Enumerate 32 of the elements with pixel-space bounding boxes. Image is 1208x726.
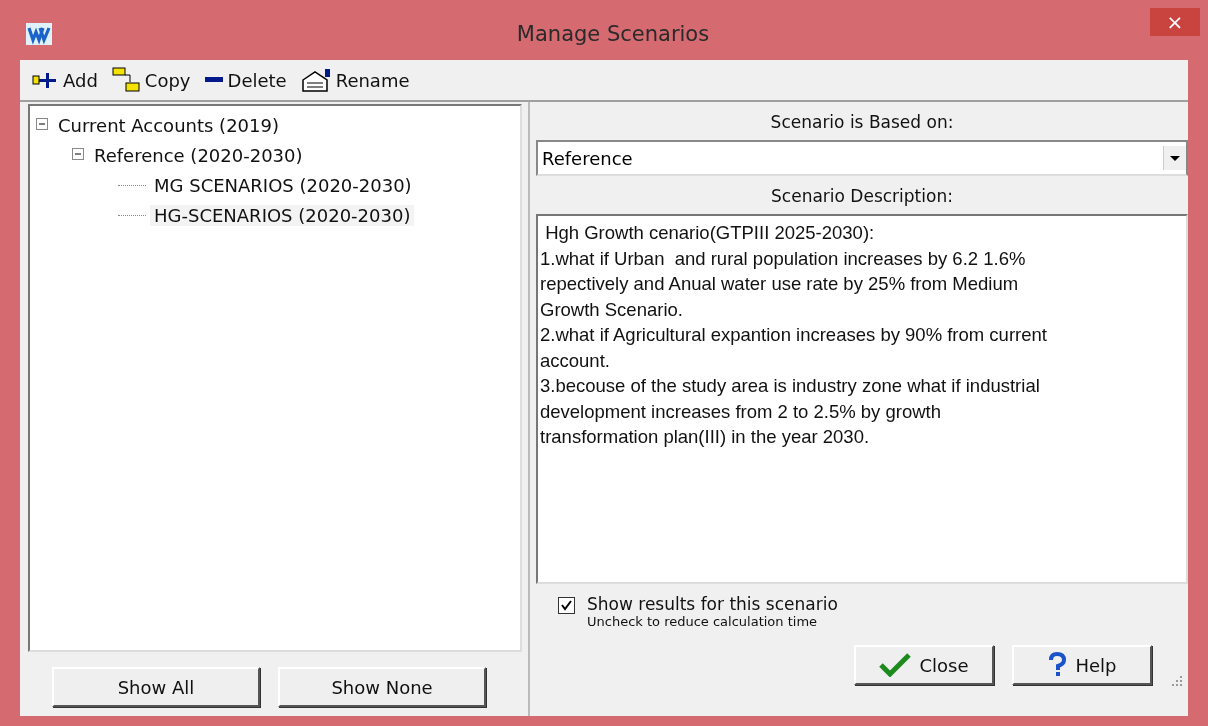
rename-icon — [300, 68, 331, 92]
toolbar-button[interactable]: Add — [30, 69, 100, 91]
show-button[interactable]: Show None — [278, 667, 486, 707]
checkbox[interactable] — [558, 597, 575, 614]
copy-icon — [111, 67, 140, 93]
question-mark-icon — [1047, 652, 1068, 678]
hint-text: Uncheck to reduce calculation time — [587, 614, 819, 629]
resize-grip-icon — [1170, 674, 1184, 688]
toolbar-button[interactable]: Rename — [298, 68, 412, 92]
tree-item[interactable]: Reference (2020-2030) — [90, 144, 307, 166]
tree-item[interactable]: Current Accounts (2019) — [54, 114, 283, 136]
dropdown-arrow-icon — [1163, 146, 1186, 170]
close-dialog-button[interactable]: Close — [854, 645, 994, 685]
toolbar-button[interactable]: Copy — [109, 67, 193, 93]
field-label: Scenario Description: — [770, 185, 954, 208]
collapse-icon[interactable] — [36, 118, 50, 132]
checkmark-icon — [879, 653, 912, 677]
minus-icon — [204, 77, 223, 83]
plus-icon — [32, 72, 58, 88]
tree-item[interactable]: HG-SCENARIOS (2020-2030) — [150, 204, 415, 226]
checkbox-label[interactable]: Show results for this scenario — [587, 594, 838, 614]
close-button[interactable]: × — [1150, 8, 1200, 36]
field-label: Scenario is Based on: — [769, 111, 955, 134]
based-on-dropdown[interactable]: Reference — [536, 140, 1188, 176]
collapse-icon[interactable] — [72, 148, 86, 162]
tree-item[interactable]: MG SCENARIOS (2020-2030) — [150, 174, 416, 196]
app-icon — [26, 23, 52, 45]
show-button[interactable]: Show All — [52, 667, 260, 707]
window-title: Manage Scenarios — [516, 22, 710, 46]
description-field[interactable]: Hgh Growth cenario(GTPIII 2025-2030): 1.what if Urban and rural population increases by 6.2 1.6% repectively and Anual water use rate by 25% from Medium Growth Scenario. 2.what if Agricultural expantion increases by 90% from current account. 3.becouse of the study area is industry zone what if industrial development increases from 2 to 2.5% by growth transformation plan(III) in the year 2030. — [536, 214, 1188, 584]
help-button[interactable]: Help — [1012, 645, 1152, 685]
toolbar-button[interactable]: Delete — [202, 69, 289, 91]
